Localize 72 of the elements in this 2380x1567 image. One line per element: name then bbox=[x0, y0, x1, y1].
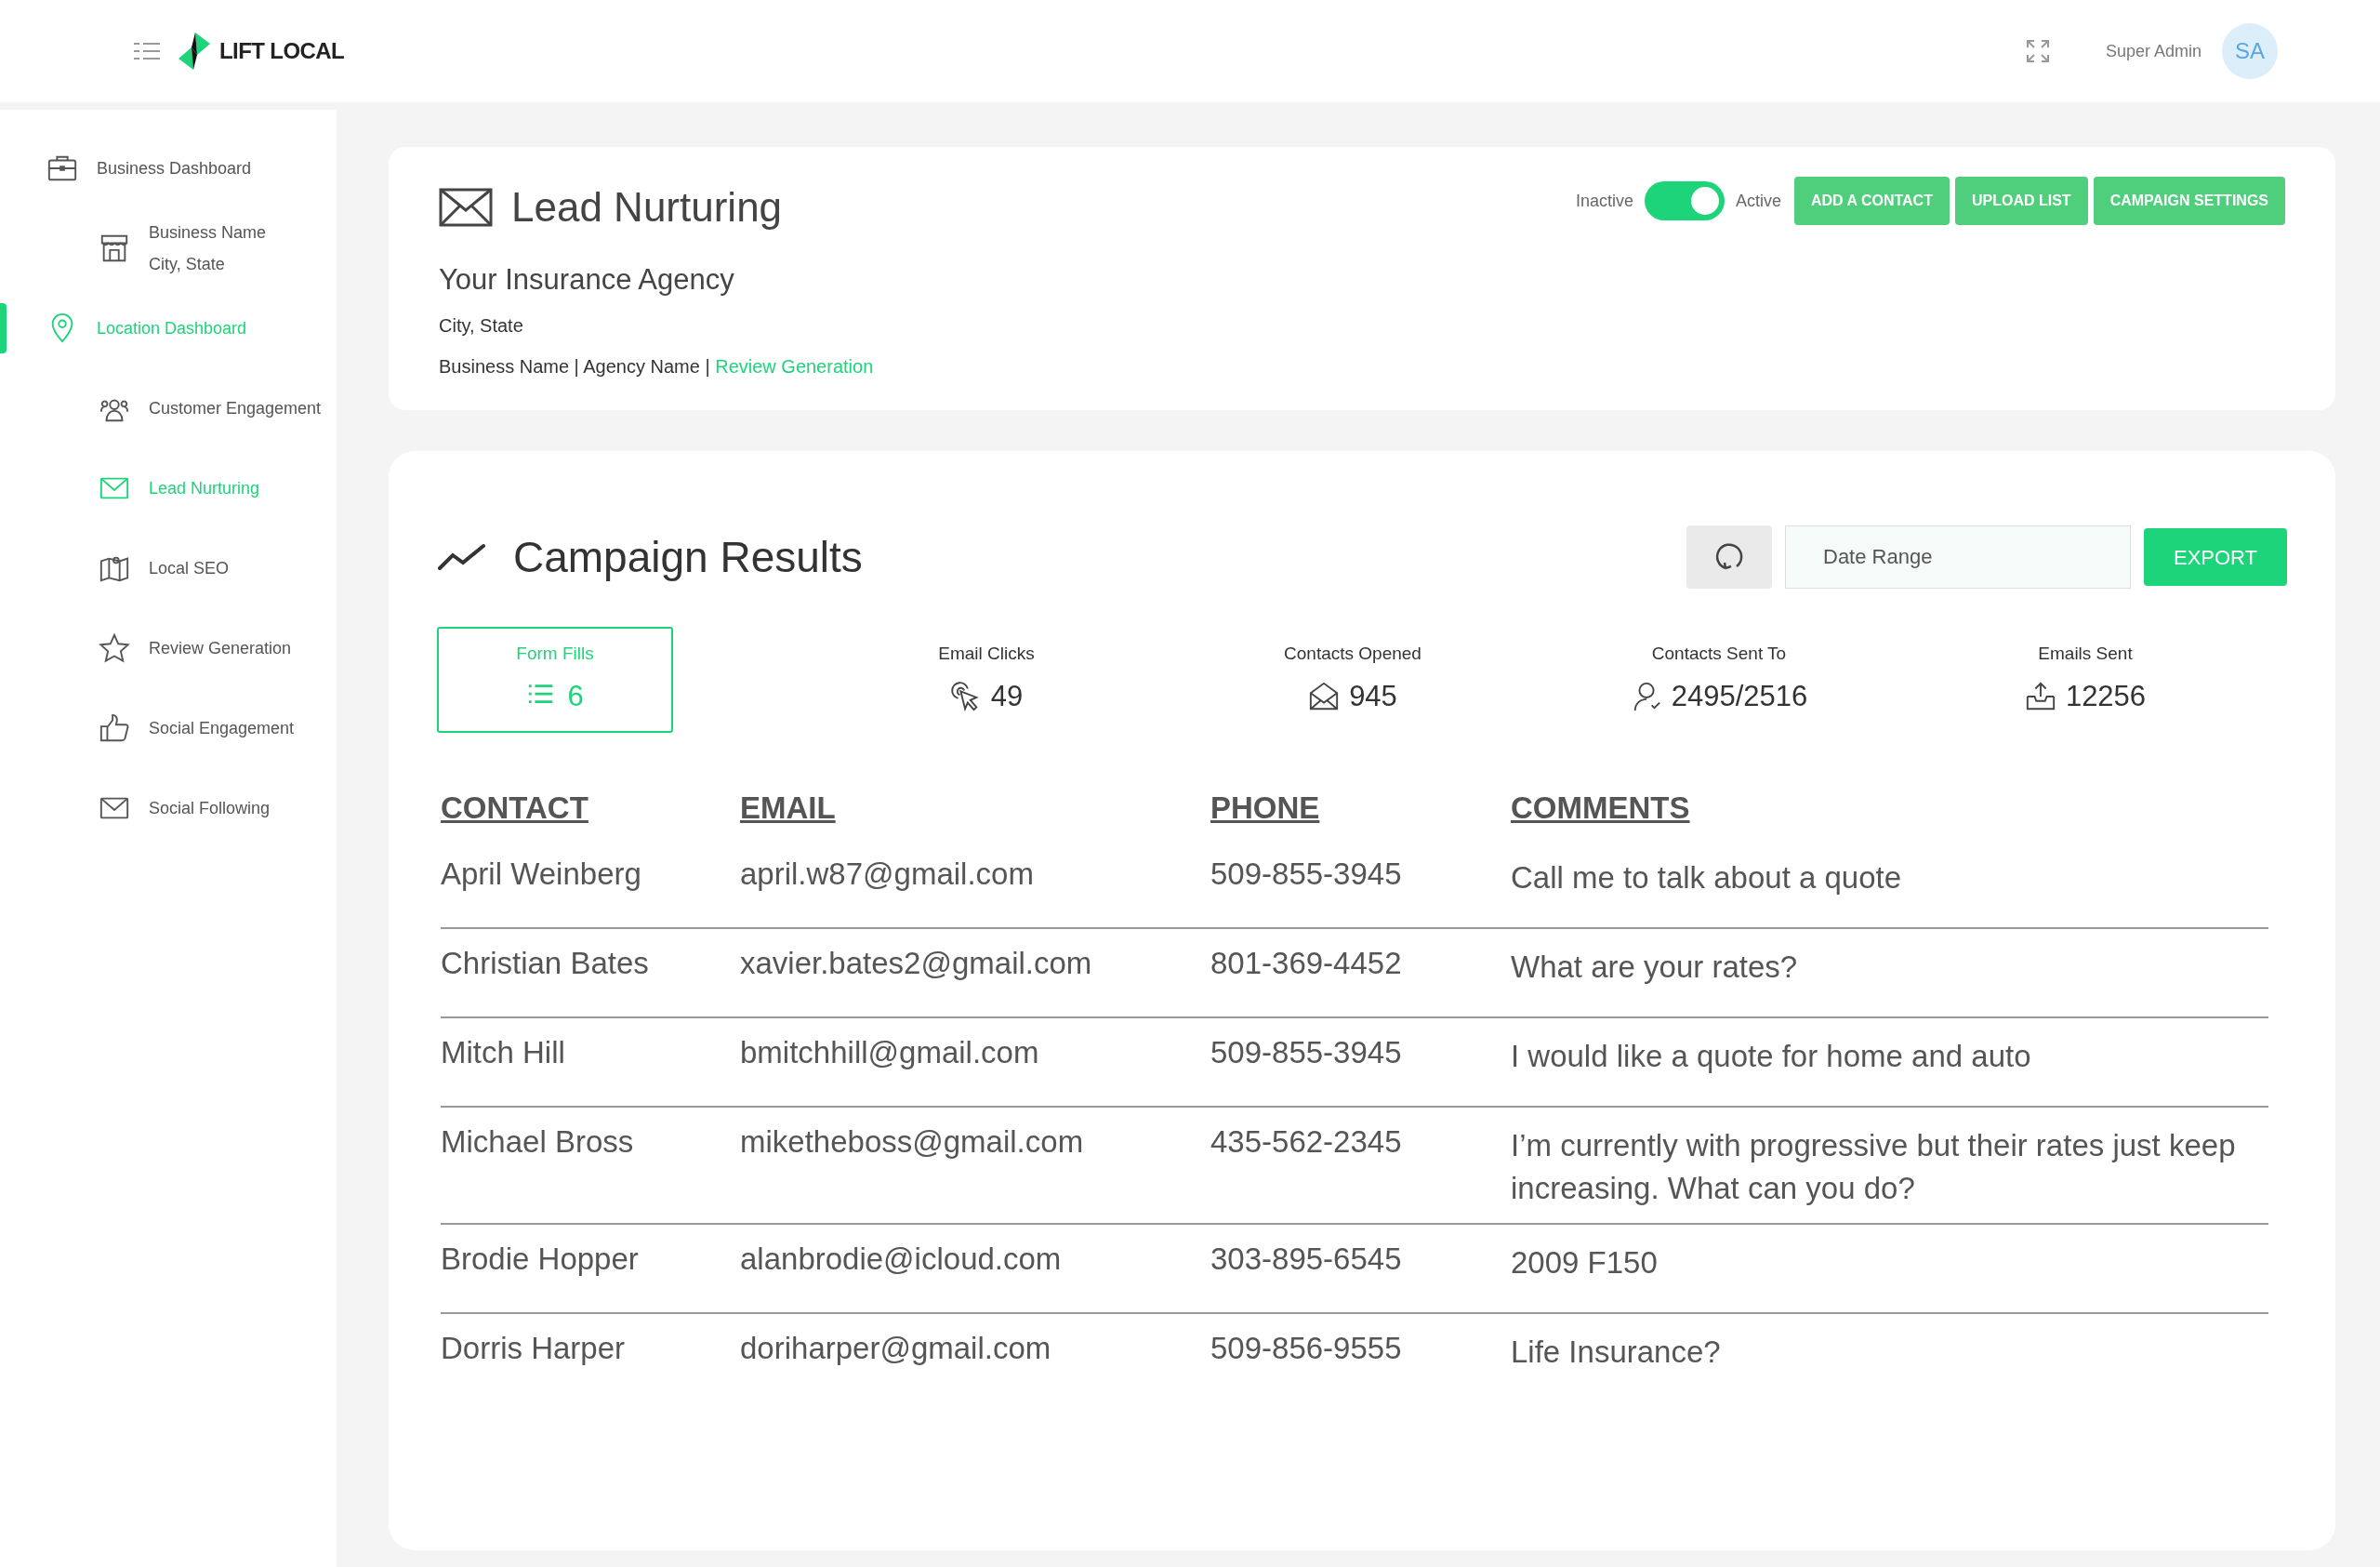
table-cell-text: Mitch Hill bbox=[441, 1034, 566, 1071]
storefront-icon bbox=[99, 232, 130, 264]
star-icon bbox=[99, 632, 130, 664]
sidebar-item[interactable]: Social Engagement bbox=[99, 711, 363, 745]
stat-card[interactable]: Emails Sent 12256 bbox=[1967, 626, 2203, 733]
stat-card[interactable]: Email Clicks 49 bbox=[868, 626, 1104, 733]
open-envelope-icon bbox=[1308, 680, 1341, 712]
date-range-field[interactable]: Date Range bbox=[1785, 525, 2131, 589]
table-cell-text: 2009 F150 bbox=[1511, 1244, 1659, 1282]
table-cell-text: 303-895-6545 bbox=[1210, 1241, 1403, 1279]
page-title: Lead Nurturing bbox=[511, 183, 783, 232]
column-header[interactable]: CONTACT bbox=[441, 784, 588, 830]
sidebar-item[interactable]: Business Name City, State bbox=[99, 216, 363, 281]
outbox-icon bbox=[2024, 680, 2056, 712]
refresh-icon bbox=[1714, 542, 1744, 572]
table-cell-text: Call me to talk about a quote bbox=[1511, 859, 1903, 896]
table-cell-text: Michael Bross bbox=[441, 1123, 635, 1161]
stat-label: Contacts Opened bbox=[1284, 643, 1421, 665]
logo-icon bbox=[177, 31, 212, 72]
breadcrumb-text: Business Name | Agency Name | bbox=[439, 354, 711, 378]
stat-value: 49 bbox=[990, 678, 1024, 714]
table-cell-text: 509-856-9555 bbox=[1210, 1330, 1403, 1368]
table-cell-text: April Weinberg bbox=[441, 856, 642, 893]
sidebar-item[interactable]: Customer Engagement bbox=[99, 392, 363, 425]
sidebar-item[interactable]: Review Generation bbox=[99, 631, 363, 665]
toggle-label: Inactive bbox=[1575, 190, 1633, 212]
stat-value: 945 bbox=[1349, 678, 1397, 714]
stat-card[interactable]: Contacts Sent To 2495/2516 bbox=[1601, 626, 1837, 733]
refresh-button[interactable] bbox=[1686, 525, 1772, 589]
sidebar-item[interactable]: Social Following bbox=[99, 791, 363, 825]
stat-value: 2495/2516 bbox=[1671, 678, 1808, 714]
status-toggle[interactable] bbox=[1644, 181, 1725, 220]
stat-value: 12256 bbox=[2065, 678, 2147, 714]
table-cell-text: doriharper@gmail.com bbox=[740, 1330, 1052, 1368]
table-cell-text: xavier.bates2@gmail.com bbox=[740, 945, 1093, 982]
column-header[interactable]: COMMENTS bbox=[1511, 784, 1690, 830]
envelope-icon bbox=[439, 188, 493, 227]
fullscreen-icon[interactable] bbox=[2025, 39, 2050, 63]
menu-icon[interactable] bbox=[132, 41, 162, 61]
agency-location: City, State bbox=[439, 313, 524, 338]
trend-line-icon bbox=[437, 542, 487, 572]
column-header[interactable]: EMAIL bbox=[740, 784, 836, 830]
table-cell-text: bmitchhill@gmail.com bbox=[740, 1034, 1040, 1071]
stat-label: Emails Sent bbox=[2038, 643, 2133, 665]
table-cell-text: I’m currently with progressive but their rates just keep increasing. What can you do? bbox=[1511, 1127, 2237, 1208]
table-cell-text: Brodie Hopper bbox=[441, 1241, 640, 1279]
brand-name: LIFT LOCAL bbox=[219, 37, 344, 65]
section-title: Campaign Results bbox=[513, 531, 863, 583]
table-cell-text: Dorris Harper bbox=[441, 1330, 627, 1368]
sidebar-item[interactable]: Business Dashboard bbox=[46, 152, 311, 185]
stat-value: 6 bbox=[567, 678, 584, 714]
column-header[interactable]: PHONE bbox=[1210, 784, 1320, 830]
table-cell-text: miketheboss@gmail.com bbox=[740, 1123, 1085, 1161]
user-name[interactable]: Super Admin bbox=[2105, 38, 2202, 64]
table-cell-text: alanbrodie@icloud.com bbox=[740, 1241, 1063, 1279]
stat-label: Email Clicks bbox=[938, 643, 1035, 665]
table-cell-text: 801-369-4452 bbox=[1210, 945, 1403, 982]
stat-card[interactable]: Contacts Opened 945 bbox=[1235, 626, 1471, 733]
table-cell-text: april.w87@gmail.com bbox=[740, 856, 1035, 893]
table-cell-text: Life Insurance? bbox=[1511, 1334, 1722, 1372]
stat-label: Contacts Sent To bbox=[1651, 643, 1787, 665]
table-cell-text: 435-562-2345 bbox=[1210, 1123, 1403, 1161]
table-cell-text: I would like a quote for home and auto bbox=[1511, 1038, 2032, 1075]
table-cell-text: Christian Bates bbox=[441, 945, 650, 982]
sidebar-item[interactable]: Local SEO bbox=[99, 551, 363, 585]
table-cell-text: 509-855-3945 bbox=[1210, 856, 1403, 893]
thumbs-up-icon bbox=[99, 712, 130, 744]
toggle-label: Active bbox=[1735, 190, 1781, 212]
stat-label: Form Fills bbox=[516, 643, 594, 665]
agency-name: Your Insurance Agency bbox=[439, 262, 735, 298]
table-cell-text: What are your rates? bbox=[1511, 949, 1799, 986]
table-cell-text: 509-855-3945 bbox=[1210, 1034, 1403, 1071]
